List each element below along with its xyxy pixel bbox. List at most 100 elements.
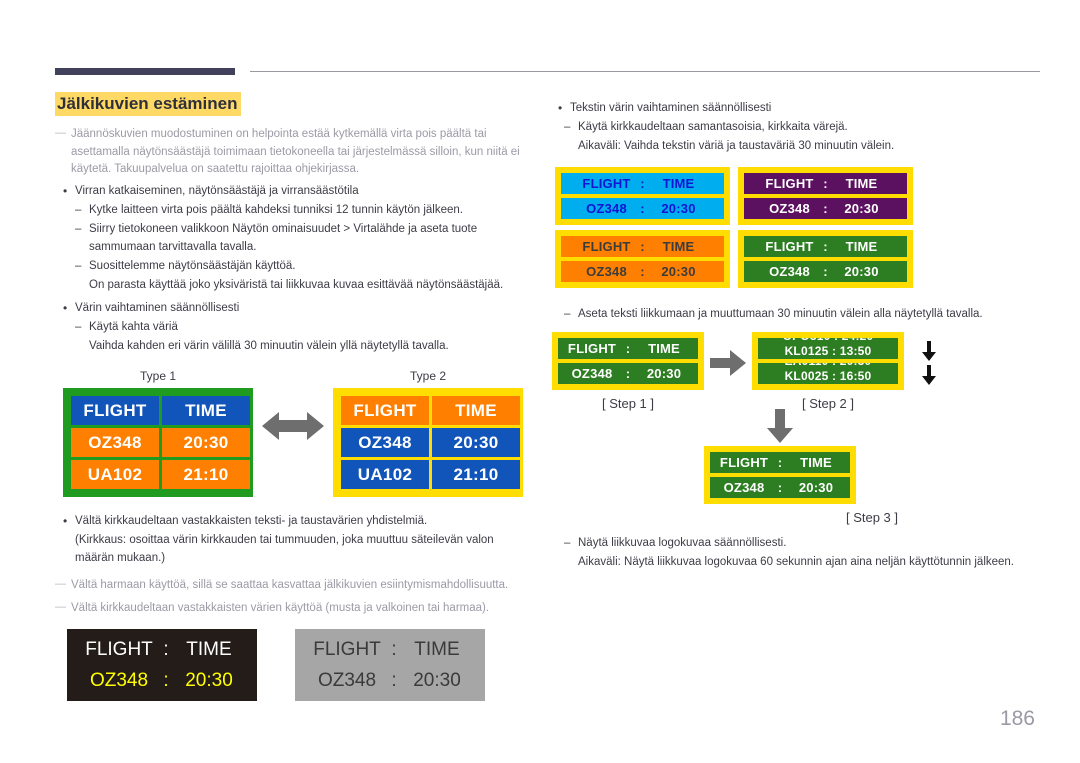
gray-board-flight-value: OZ348 [317, 669, 377, 691]
page-title: Jälkikuvien estäminen [55, 92, 242, 117]
color-panel-grid: FLIGHT : TIME OZ348 : 20:30 FLIGHT : TIM… [555, 167, 1040, 289]
note-avoid-gray: Vältä harmaan käyttöä, sillä se saattaa … [55, 576, 535, 594]
green-flight-label: FLIGHT [765, 239, 814, 255]
step2-block: OPO310 : 24:20 KL0125 : 13:50 EA0110 : 2… [752, 332, 904, 411]
bullet-avoid-contrast: Vältä kirkkaudeltaan vastakkaisten tekst… [55, 512, 535, 531]
step3-time-value: 20:30 [798, 480, 834, 496]
contrast-examples-figure: FLIGHT : TIME OZ348 : 20:30 FLIGHT : TIM… [67, 629, 535, 702]
arrow-down-icon-2 [922, 365, 936, 386]
dark-board-sep-1: : [163, 638, 169, 660]
dash-display-props: Siirry tietokoneen valikkoon Näytön omin… [55, 221, 535, 239]
board-header-flight: FLIGHT [71, 396, 159, 426]
step3-sep-2: : [777, 480, 783, 496]
color-panel-orange: FLIGHT : TIME OZ348 : 20:30 [555, 230, 730, 289]
right-column: Tekstin värin vaihtaminen säännöllisesti… [550, 95, 1040, 572]
step1-value-row: OZ348 : 20:30 [558, 363, 698, 385]
step1-sep-2: : [625, 366, 631, 382]
cyan-flight-label: FLIGHT [582, 176, 631, 192]
purple-time-value: 20:30 [844, 201, 879, 217]
orange-time-value: 20:30 [661, 264, 696, 280]
bullet-avoid-contrast-cont1: (Kirkkaus: osoittaa värin kirkkauden tai… [75, 534, 494, 547]
purple-sep-2: : [823, 201, 828, 217]
step1-time-label: TIME [648, 341, 680, 357]
bullet-color-change: Värin vaihtaminen säännöllisesti [55, 299, 535, 318]
dash-two-colors-cont: Vaihda kahden eri värin välillä 30 minuu… [89, 339, 449, 352]
step1-sep-1: : [625, 341, 631, 357]
purple-value-row: OZ348 : 20:30 [744, 198, 907, 220]
dark-board-header-line: FLIGHT : TIME [80, 639, 244, 661]
cyan-header-row: FLIGHT : TIME [561, 173, 724, 195]
dark-board-flight-value: OZ348 [89, 669, 149, 691]
intro-note: Jäännöskuvien muodostuminen on helpointa… [55, 125, 535, 178]
step3-value-row: OZ348 : 20:30 [710, 477, 850, 499]
dark-board-value-line: OZ348 : 20:30 [80, 670, 244, 692]
step2-clip-row-1: OPO310 : 24:20 KL0125 : 13:50 [758, 338, 898, 360]
orange-flight-value: OZ348 [586, 264, 627, 280]
steps-figure: FLIGHT : TIME OZ348 : 20:30 [ Step 1 ] K… [552, 332, 1040, 411]
board-header-time: TIME [162, 396, 250, 426]
board-cell-flight-1: OZ348 [71, 428, 159, 458]
purple-sep-1: : [823, 176, 828, 192]
gray-board-flight-label: FLIGHT [313, 638, 381, 660]
board-cell-time-1: 20:30 [162, 428, 250, 458]
arrow-down-big-icon [767, 409, 793, 444]
purple-flight-value: OZ348 [769, 201, 810, 217]
orange-sep-2: : [640, 264, 645, 280]
cyan-value-row: OZ348 : 20:30 [561, 198, 724, 220]
double-arrow-container [253, 369, 333, 482]
bullet-avoid-contrast-cont2: määrän mukaan.) [75, 551, 166, 564]
step3-flight-label: FLIGHT [719, 455, 769, 471]
dark-board-time-label: TIME [186, 638, 232, 660]
step3-figure: FLIGHT : TIME OZ348 : 20:30 [ Step 3 ] [704, 409, 1040, 525]
green-time-label: TIME [845, 239, 878, 255]
board2-cell-flight-1: OZ348 [341, 428, 429, 458]
step1-panel: FLIGHT : TIME OZ348 : 20:30 [552, 332, 704, 391]
step3-arrow-container [704, 409, 856, 444]
purple-time-label: TIME [845, 176, 878, 192]
color-panel-purple: FLIGHT : TIME OZ348 : 20:30 [738, 167, 913, 226]
board2-header-time: TIME [432, 396, 520, 426]
purple-header-row: FLIGHT : TIME [744, 173, 907, 195]
step2-clip-row-2: EA0110 : 20:30 KL0025 : 16:50 [758, 363, 898, 385]
orange-header-row: FLIGHT : TIME [561, 236, 724, 258]
step3-time-label: TIME [800, 455, 832, 471]
board-cell-flight-2: UA102 [71, 460, 159, 490]
dash-power-off: Kytke laitteen virta pois päältä kahdeks… [55, 202, 535, 220]
dash-logo-image-cont: Aikaväli: Näytä liikkuvaa logokuvaa 60 s… [578, 556, 1015, 569]
step3-sep-1: : [777, 455, 783, 471]
board2-cell-time-2: 21:10 [432, 460, 520, 490]
note-scrolling-text: Aseta teksti liikkumaan ja muuttumaan 30… [550, 306, 1040, 324]
cyan-sep-1: : [640, 176, 645, 192]
step3-label: [ Step 3 ] [845, 510, 899, 526]
step2-clip2-top: EA0110 : 20:30 [758, 363, 898, 368]
step1-block: FLIGHT : TIME OZ348 : 20:30 [ Step 1 ] [552, 332, 704, 411]
gray-board-sep-2: : [391, 669, 397, 691]
board-cell-time-2: 21:10 [162, 460, 250, 490]
type2-label: Type 2 [409, 369, 447, 384]
dash-bright-colors-cont: Aikaväli: Vaihda tekstin väriä ja tausta… [578, 139, 895, 152]
gray-board-value-line: OZ348 : 20:30 [308, 670, 472, 692]
gray-board-sep-1: : [391, 638, 397, 660]
orange-value-row: OZ348 : 20:30 [561, 261, 724, 283]
orange-flight-label: FLIGHT [582, 239, 631, 255]
step-arrow-container [704, 332, 752, 394]
type2-column: Type 2 FLIGHT TIME OZ348 20:30 UA102 21:… [333, 369, 523, 498]
board2-header-flight: FLIGHT [341, 396, 429, 426]
color-panel-green: FLIGHT : TIME OZ348 : 20:30 [738, 230, 913, 289]
green-sep-2: : [823, 264, 828, 280]
gray-board-example: FLIGHT : TIME OZ348 : 20:30 [295, 629, 485, 702]
step2-down-arrows [904, 332, 954, 394]
step1-flight-label: FLIGHT [567, 341, 617, 357]
step2-clip1-top: OPO310 : 24:20 [758, 338, 898, 343]
green-time-value: 20:30 [844, 264, 879, 280]
bullet-power-saving: Virran katkaiseminen, näytönsäästäjä ja … [55, 182, 535, 201]
type-comparison-figure: Type 1 FLIGHT TIME OZ348 20:30 UA102 21:… [63, 369, 535, 498]
green-value-row: OZ348 : 20:30 [744, 261, 907, 283]
bullet-text-color-change: Tekstin värin vaihtaminen säännöllisesti [550, 99, 1040, 118]
step3-header-row: FLIGHT : TIME [710, 452, 850, 474]
dash-screensaver-cont: On parasta käyttää joko yksiväristä tai … [89, 279, 504, 292]
dash-bright-colors: Käytä kirkkaudeltaan samantasoisia, kirk… [550, 119, 1040, 137]
cyan-sep-2: : [640, 201, 645, 217]
purple-flight-label: FLIGHT [765, 176, 814, 192]
step3-flight-value: OZ348 [723, 480, 765, 496]
